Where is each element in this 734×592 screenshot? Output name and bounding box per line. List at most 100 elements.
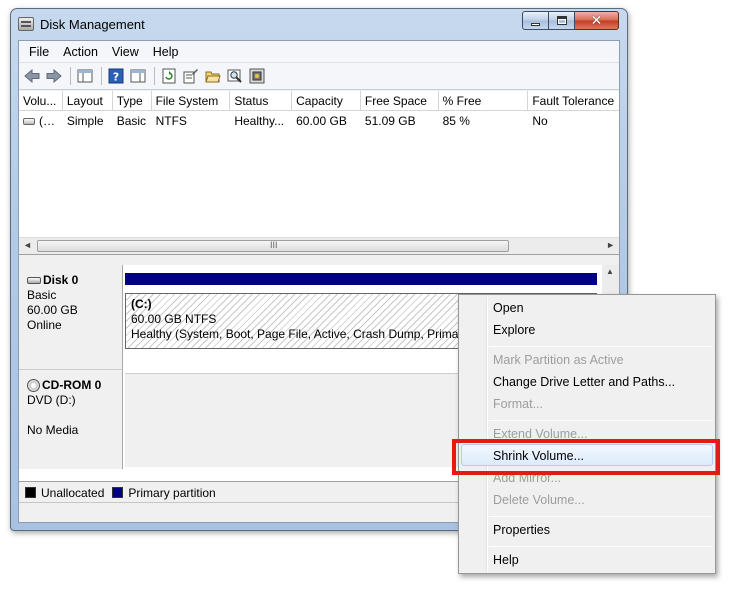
cdrom0-label[interactable]: CD-ROM 0 DVD (D:) No Media bbox=[19, 369, 123, 469]
cdrom0-name: CD-ROM 0 bbox=[42, 378, 102, 392]
scroll-right-icon[interactable]: ► bbox=[606, 240, 615, 250]
help-icon: ? bbox=[108, 68, 124, 84]
scroll-left-icon[interactable]: ◄ bbox=[23, 240, 32, 250]
toolbar-separator bbox=[101, 67, 102, 85]
free-space-cell: 51.09 GB bbox=[364, 114, 416, 128]
window-title: Disk Management bbox=[40, 17, 145, 32]
search-icon bbox=[227, 69, 242, 83]
menu-item-change-drive-letter[interactable]: Change Drive Letter and Paths... bbox=[493, 375, 675, 389]
menu-item-format[interactable]: Format... bbox=[493, 397, 543, 411]
menu-view[interactable]: View bbox=[105, 43, 146, 61]
disk0-type: Basic bbox=[27, 288, 57, 302]
shrink-volume-callout-box bbox=[452, 439, 720, 475]
column-header-file-system[interactable]: File System bbox=[152, 91, 231, 110]
column-header-type[interactable]: Type bbox=[113, 91, 152, 110]
menu-file[interactable]: File bbox=[22, 43, 56, 61]
column-header-layout[interactable]: Layout bbox=[63, 91, 113, 110]
fault-tolerance-cell: No bbox=[532, 114, 548, 128]
cdrom-icon bbox=[27, 379, 40, 393]
wizard-button[interactable] bbox=[247, 66, 267, 86]
menu-separator bbox=[489, 346, 713, 347]
minimize-button[interactable] bbox=[522, 11, 549, 30]
refresh-button[interactable] bbox=[159, 66, 179, 86]
file-system-cell: NTFS bbox=[155, 114, 187, 128]
volume-list-header: Volu... Layout Type File System Status C… bbox=[19, 91, 619, 111]
legend-primary-label: Primary partition bbox=[128, 485, 216, 500]
menu-item-open[interactable]: Open bbox=[493, 301, 524, 315]
drive-icon bbox=[23, 118, 35, 126]
menu-item-delete-volume[interactable]: Delete Volume... bbox=[493, 493, 585, 507]
maximize-button[interactable] bbox=[549, 11, 575, 30]
disk-icon bbox=[27, 277, 41, 285]
menu-item-help[interactable]: Help bbox=[493, 553, 519, 567]
toolbar-separator bbox=[154, 67, 155, 85]
menu-help[interactable]: Help bbox=[146, 43, 186, 61]
properties-button[interactable] bbox=[181, 66, 201, 86]
column-header-capacity[interactable]: Capacity bbox=[292, 91, 361, 110]
open-folder-icon bbox=[205, 71, 221, 83]
column-header-status[interactable]: Status bbox=[230, 91, 293, 110]
menu-item-mark-active[interactable]: Mark Partition as Active bbox=[493, 353, 624, 367]
search-button[interactable] bbox=[225, 66, 245, 86]
wizard-icon bbox=[249, 68, 265, 84]
type-cell: Basic bbox=[116, 114, 147, 128]
scroll-thumb[interactable]: III bbox=[37, 240, 509, 252]
back-icon bbox=[24, 69, 40, 83]
disk0-name: Disk 0 bbox=[43, 273, 79, 287]
disk0-label[interactable]: Disk 0 Basic 60.00 GB Online bbox=[19, 265, 123, 369]
volume-cell: (C:) bbox=[19, 111, 63, 130]
console-tree-icon bbox=[77, 69, 93, 83]
table-row[interactable]: (C:) Simple Basic NTFS Healthy... 60.00 … bbox=[19, 111, 619, 130]
scroll-up-icon[interactable]: ▲ bbox=[606, 267, 614, 276]
menu-separator bbox=[489, 420, 713, 421]
forward-icon bbox=[46, 69, 62, 83]
primary-swatch bbox=[112, 487, 124, 498]
action-pane-button[interactable] bbox=[128, 66, 148, 86]
action-pane-icon bbox=[130, 69, 146, 83]
legend-unallocated: Unallocated bbox=[25, 486, 104, 500]
back-button[interactable] bbox=[22, 66, 42, 86]
cdrom0-drive: DVD (D:) bbox=[27, 393, 76, 407]
toolbar-separator bbox=[70, 67, 71, 85]
properties-icon bbox=[183, 69, 198, 84]
open-folder-button[interactable] bbox=[203, 66, 223, 86]
percent-free-cell: 85 % bbox=[442, 114, 470, 128]
toolbar: ? bbox=[19, 63, 619, 90]
disk-management-app-icon bbox=[18, 17, 34, 31]
menu-separator bbox=[489, 516, 713, 517]
refresh-icon bbox=[162, 68, 176, 84]
close-button[interactable]: ✕ bbox=[575, 11, 619, 30]
horizontal-scrollbar[interactable]: ◄ III ► bbox=[19, 237, 619, 254]
menu-item-explore[interactable]: Explore bbox=[493, 323, 535, 337]
legend-primary: Primary partition bbox=[112, 485, 216, 500]
scroll-grip: III bbox=[270, 240, 278, 250]
help-button[interactable]: ? bbox=[106, 66, 126, 86]
column-header-volume[interactable]: Volu... bbox=[19, 91, 63, 110]
title-bar[interactable]: Disk Management ✕ bbox=[11, 9, 627, 40]
menu-action[interactable]: Action bbox=[56, 43, 105, 61]
column-header-percent-free[interactable]: % Free bbox=[439, 91, 529, 110]
menu-separator bbox=[489, 546, 713, 547]
menu-bar: File Action View Help bbox=[19, 41, 619, 63]
status-cell: Healthy... bbox=[234, 114, 285, 128]
capacity-cell: 60.00 GB bbox=[296, 114, 347, 128]
column-header-free-space[interactable]: Free Space bbox=[361, 91, 439, 110]
volume-name: (C:) bbox=[39, 114, 59, 128]
maximize-icon bbox=[556, 16, 567, 25]
context-menu: Open Explore Mark Partition as Active Ch… bbox=[458, 294, 716, 574]
volume-list-pane: Volu... Layout Type File System Status C… bbox=[19, 91, 619, 255]
unallocated-swatch bbox=[25, 487, 36, 498]
column-header-fault-tolerance[interactable]: Fault Tolerance bbox=[528, 91, 619, 110]
close-icon: ✕ bbox=[590, 12, 603, 29]
legend-unallocated-label: Unallocated bbox=[41, 485, 105, 500]
forward-button[interactable] bbox=[44, 66, 64, 86]
minimize-icon bbox=[531, 22, 540, 26]
disk0-size: 60.00 GB bbox=[27, 303, 78, 317]
primary-partition-bar bbox=[125, 273, 597, 285]
menu-item-properties[interactable]: Properties bbox=[493, 523, 550, 537]
cdrom0-media: No Media bbox=[27, 423, 79, 437]
svg-text:?: ? bbox=[113, 71, 119, 84]
layout-cell: Simple bbox=[66, 114, 104, 128]
disk0-state: Online bbox=[27, 318, 62, 332]
console-tree-button[interactable] bbox=[75, 66, 95, 86]
